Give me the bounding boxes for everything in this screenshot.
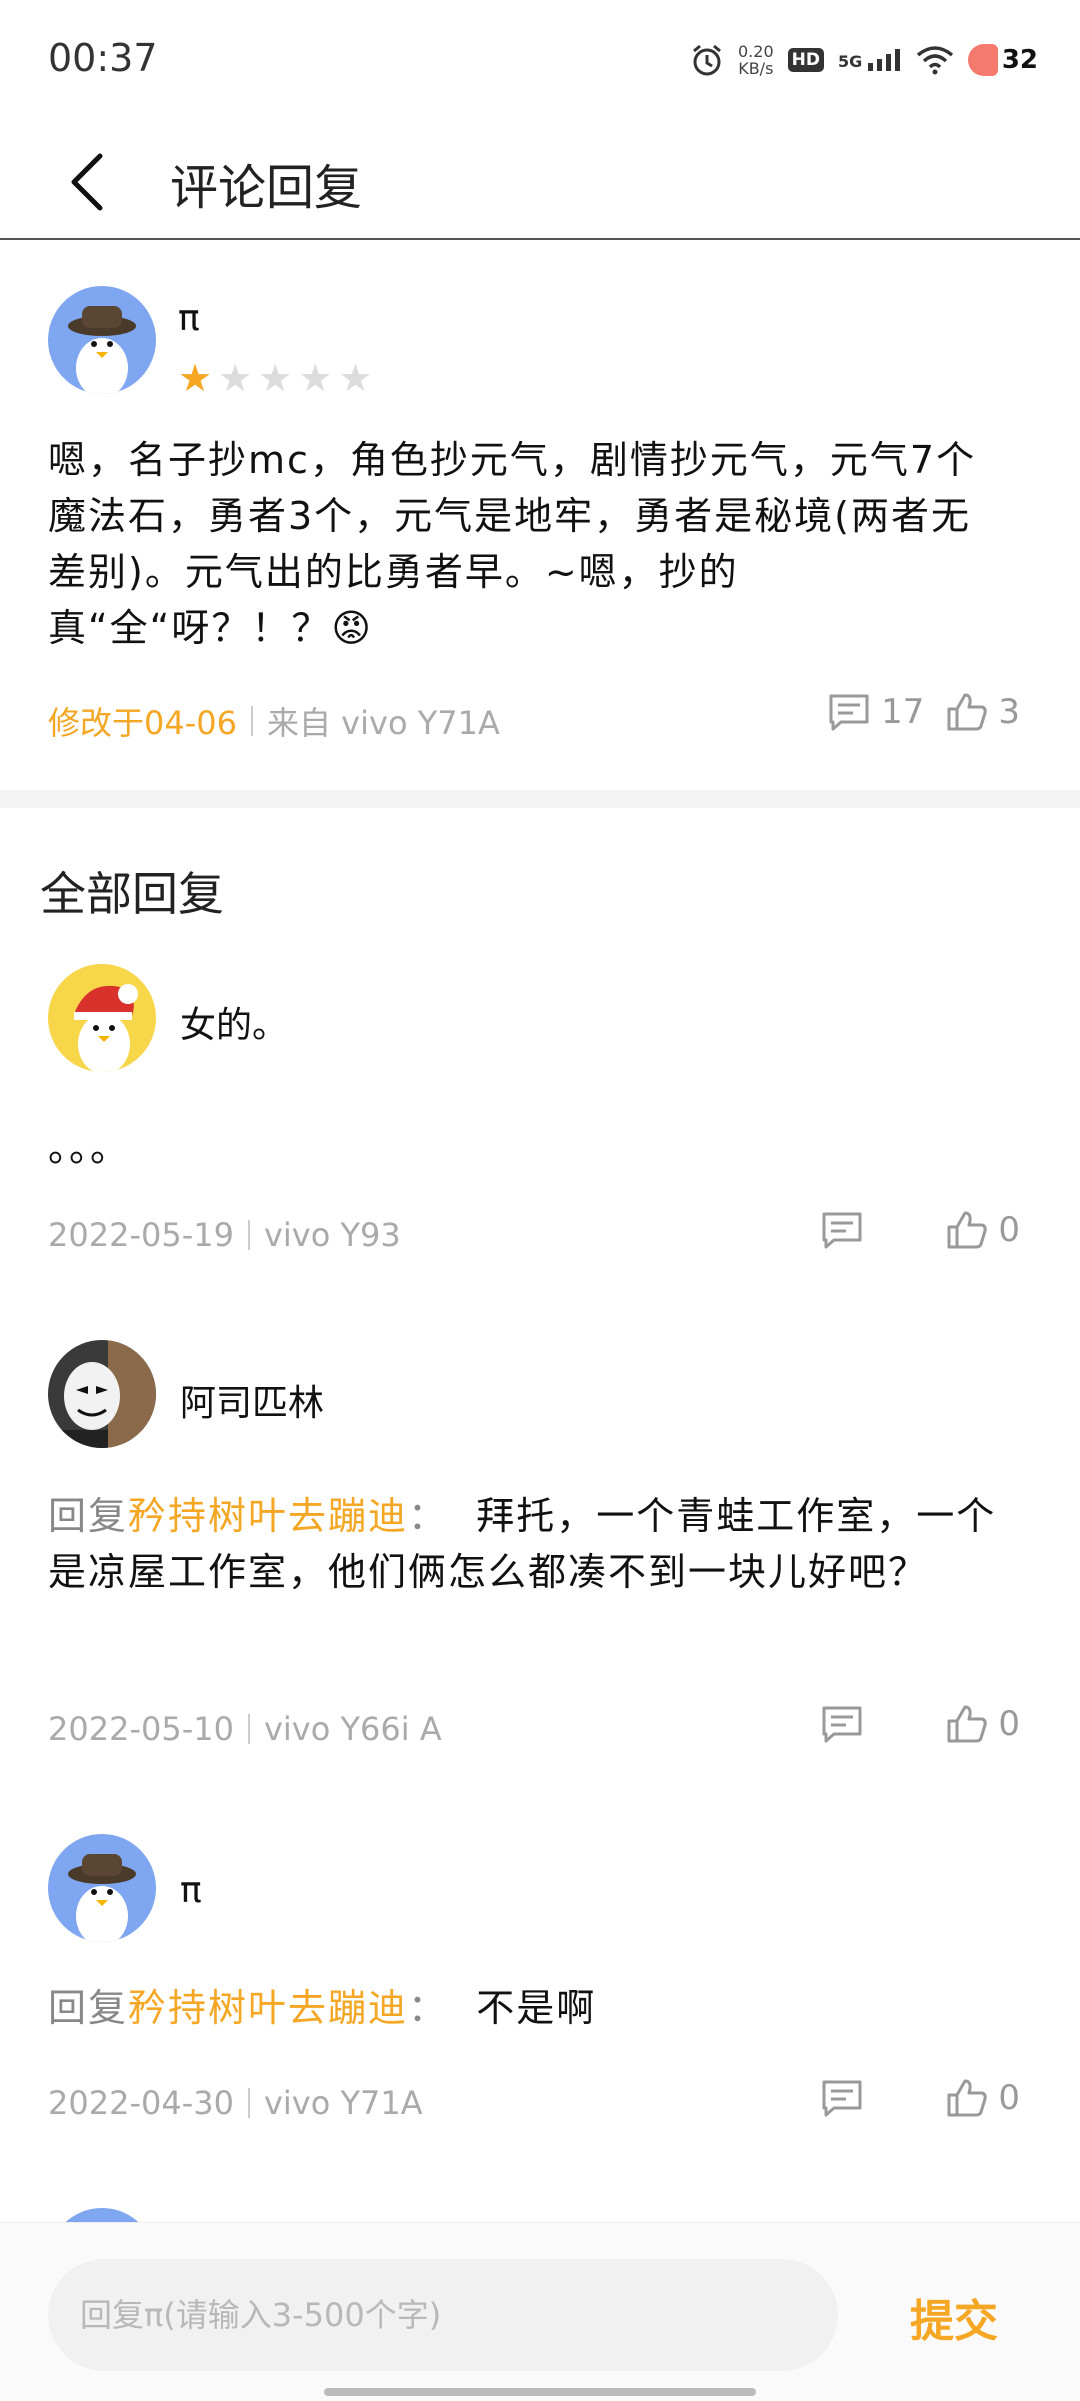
star-icon: ★ — [258, 356, 293, 400]
thumbs-up-icon — [947, 2079, 988, 2117]
comment-icon — [822, 1706, 862, 1743]
comment-meta: 修改于04-06 来自 vivo Y71A — [48, 698, 500, 744]
like-count: 0 — [998, 1210, 1020, 1250]
speed-unit: KB/s — [738, 59, 774, 78]
like-button[interactable]: 0 — [946, 1210, 1020, 1250]
battery-icon — [967, 44, 998, 76]
speed-value: 0.20 — [738, 42, 774, 61]
avatar[interactable] — [48, 964, 156, 1072]
avatar[interactable] — [48, 1834, 156, 1942]
star-icon: ★ — [298, 356, 333, 400]
alarm-icon — [693, 44, 721, 76]
app-header: 评论回复 — [0, 120, 1080, 240]
reply-button[interactable] — [820, 2078, 864, 2118]
like-count: 0 — [998, 1704, 1020, 1744]
status-bar: 00:37 0.20 KB/s HD 5G 32 — [0, 0, 1080, 120]
comment-icon — [822, 2080, 862, 2117]
reply-colon: ： — [408, 1494, 449, 1538]
wifi-icon — [916, 46, 953, 75]
network-speed: 0.20 KB/s — [738, 43, 774, 77]
reply-colon: ： — [408, 1986, 449, 2030]
comment-icon — [822, 1212, 862, 1249]
thumbs-up-icon — [947, 1211, 988, 1249]
section-title: 全部回复 — [40, 867, 224, 921]
avatar[interactable] — [48, 286, 156, 394]
meta-divider — [247, 1714, 250, 1744]
modified-time: 修改于04-06 — [48, 704, 237, 742]
thumbs-up-icon — [947, 1705, 988, 1743]
reply-to-user[interactable]: 矜持树叶去蹦迪 — [128, 1494, 408, 1538]
reply-input[interactable] — [48, 2259, 838, 2371]
battery-indicator: 32 — [967, 44, 1038, 76]
reply-prefix: 回复 — [48, 1986, 129, 2030]
signal-icon: 5G — [838, 49, 902, 71]
reply-meta: 2022-05-10 vivo Y66i A — [48, 1710, 442, 1748]
hd-icon: HD — [787, 48, 824, 72]
like-count: 0 — [998, 2078, 1020, 2118]
reply-content: 不是啊 — [476, 1986, 597, 2030]
star-icon: ★ — [178, 356, 213, 400]
reply-actions: 0 — [820, 1704, 1020, 1744]
like-button[interactable]: 3 — [946, 692, 1020, 732]
page-title: 评论回复 — [170, 160, 363, 216]
rating-stars: ★ ★ ★ ★ ★ — [178, 358, 372, 398]
submit-button[interactable]: 提交 — [910, 2285, 998, 2349]
comment-username[interactable]: π — [178, 298, 200, 339]
reply-text: 回复矜持树叶去蹦迪： 不是啊 — [48, 1980, 1028, 2036]
reply-text: 回复矜持树叶去蹦迪： 拜托，一个青蛙工作室，一个是凉屋工作室，他们俩怎么都凑不到… — [48, 1488, 1028, 1600]
meta-divider — [251, 706, 253, 736]
avatar-image — [48, 1340, 156, 1448]
reply-device: vivo Y66i A — [263, 1710, 442, 1748]
next-avatar-partial — [48, 2208, 156, 2222]
status-icons: 0.20 KB/s HD 5G 32 — [690, 38, 1038, 82]
reply-button[interactable] — [820, 1704, 864, 1744]
battery-level: 32 — [1001, 45, 1038, 75]
avatar-image — [48, 1834, 156, 1942]
like-count: 3 — [998, 692, 1020, 732]
device-source: 来自 vivo Y71A — [267, 704, 500, 742]
reply-text: 。。。 — [48, 1126, 131, 1170]
reply-to-user[interactable]: 矜持树叶去蹦迪 — [128, 1986, 408, 2030]
reply-input-bar: 提交 — [0, 2222, 1080, 2401]
chevron-left-icon — [71, 153, 103, 211]
reply-username[interactable]: 阿司匹林 — [180, 1374, 324, 1426]
reply-username[interactable]: 女的。 — [180, 996, 288, 1048]
meta-divider — [247, 1220, 250, 1250]
reply-count: 17 — [881, 692, 925, 732]
comment-text: 嗯，名子抄mc，角色抄元气，剧情抄元气，元气7个魔法石，勇者3个，元气是地牢，勇… — [48, 438, 977, 650]
reply-count-button[interactable]: 17 — [827, 692, 924, 732]
like-button[interactable]: 0 — [946, 1704, 1020, 1744]
comment-icon — [829, 694, 869, 731]
reply-date: 2022-04-30 — [48, 2084, 234, 2122]
reply-actions: 0 — [820, 2078, 1020, 2118]
meta-divider — [247, 2088, 250, 2118]
reply-prefix: 回复 — [48, 1494, 129, 1538]
reply-device: vivo Y93 — [263, 1216, 401, 1254]
reply-actions: 0 — [820, 1210, 1020, 1250]
like-button[interactable]: 0 — [946, 2078, 1020, 2118]
thumbs-up-icon — [947, 693, 988, 731]
reply-meta: 2022-05-19 vivo Y93 — [48, 1216, 401, 1254]
section-divider — [0, 790, 1080, 808]
avatar[interactable] — [48, 1340, 156, 1448]
reply-username[interactable]: π — [180, 1870, 202, 1911]
comment-actions: 17 3 — [827, 692, 1020, 732]
star-icon: ★ — [338, 356, 373, 400]
reply-date: 2022-05-19 — [48, 1216, 234, 1254]
reply-device: vivo Y71A — [263, 2084, 423, 2122]
network-type: 5G — [837, 52, 863, 71]
reply-meta: 2022-04-30 vivo Y71A — [48, 2084, 423, 2122]
star-icon: ★ — [218, 356, 253, 400]
back-button[interactable] — [60, 142, 120, 222]
reply-date: 2022-05-10 — [48, 1710, 234, 1748]
avatar-image — [48, 964, 156, 1072]
avatar-image — [48, 286, 156, 394]
reply-button[interactable] — [820, 1210, 864, 1250]
home-indicator[interactable] — [324, 2388, 756, 2396]
status-time: 00:37 — [48, 36, 158, 80]
